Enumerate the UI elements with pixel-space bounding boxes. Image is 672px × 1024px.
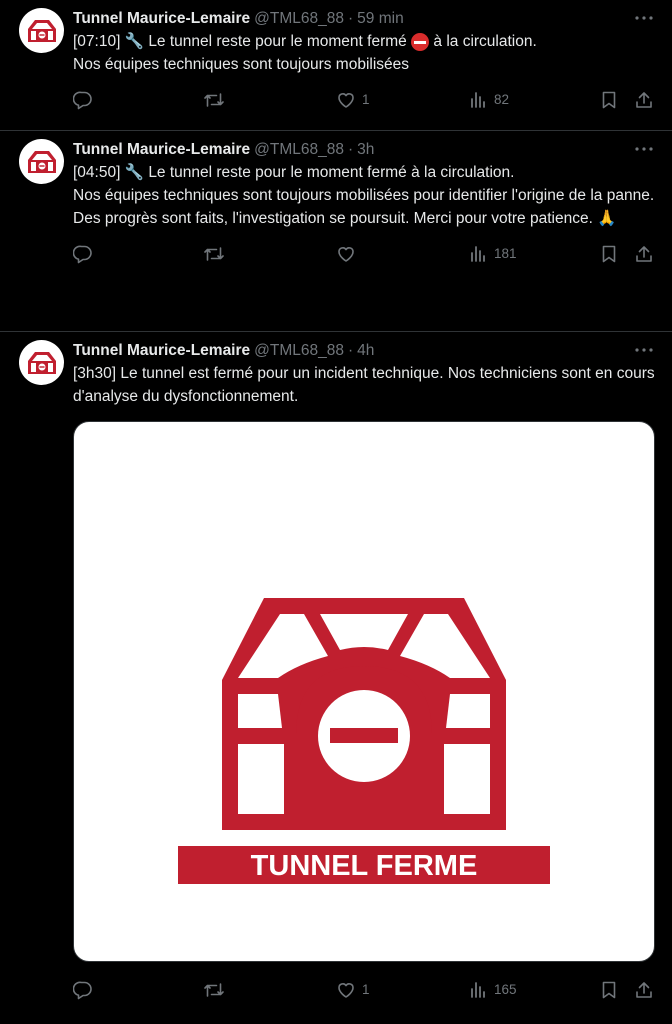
- reply-icon: [73, 981, 92, 1000]
- tweet-content: Tunnel Maurice-Lemaire @TML68_88 · 59 mi…: [73, 8, 672, 130]
- tweet-text: [04:50] 🔧 Le tunnel reste pour le moment…: [73, 164, 655, 227]
- tweet-image[interactable]: TUNNEL FERME: [73, 421, 655, 962]
- more-icon: [635, 348, 653, 352]
- image-caption: TUNNEL FERME: [251, 850, 478, 882]
- share-icon: [636, 246, 652, 262]
- like-icon: [338, 983, 354, 998]
- views-icon: [471, 92, 485, 108]
- separator: ·: [348, 141, 354, 158]
- tweet-header: Tunnel Maurice-Lemaire @TML68_88 · 59 mi…: [73, 8, 656, 30]
- tweet-content: Tunnel Maurice-Lemaire @TML68_88 · 3h [0…: [73, 139, 672, 331]
- share-button[interactable]: [634, 980, 654, 1000]
- avatar-column: [0, 340, 73, 1024]
- avatar-column: [0, 139, 73, 331]
- tweet-text-part: [07:10] 🔧 Le tunnel reste pour le moment…: [73, 33, 412, 50]
- reply-button[interactable]: [73, 980, 99, 1000]
- tweet-text: [07:10] 🔧 Le tunnel reste pour le moment…: [73, 30, 656, 76]
- retweet-button[interactable]: [203, 90, 231, 110]
- like-icon: [338, 93, 354, 108]
- share-icon: [636, 92, 652, 108]
- views-count: 82: [494, 92, 510, 107]
- more-icon: [635, 147, 653, 151]
- share-icon: [636, 982, 652, 998]
- tweet-actions: 1 165: [73, 980, 656, 1000]
- bookmark-button[interactable]: [600, 244, 618, 264]
- share-button[interactable]: [634, 90, 654, 110]
- views-icon: [471, 982, 485, 998]
- more-button[interactable]: [634, 10, 654, 26]
- tweet[interactable]: Tunnel Maurice-Lemaire @TML68_88 · 59 mi…: [0, 0, 672, 131]
- no-entry-emoji: ⛔: [411, 33, 430, 51]
- views-count: 181: [494, 246, 517, 261]
- tunnel-closed-logo: TUNNEL FERME: [178, 598, 550, 884]
- more-icon: [635, 16, 653, 20]
- tweet-content: Tunnel Maurice-Lemaire @TML68_88 · 4h [3…: [73, 340, 672, 1024]
- reply-button[interactable]: [73, 90, 99, 110]
- like-button[interactable]: 1: [336, 90, 370, 110]
- views-button[interactable]: 181: [470, 244, 517, 264]
- bookmark-icon: [602, 91, 616, 109]
- timestamp[interactable]: 59 min: [357, 8, 404, 30]
- retweet-icon: [204, 983, 224, 997]
- share-button[interactable]: [634, 244, 654, 264]
- avatar-column: [0, 8, 73, 130]
- reply-button[interactable]: [73, 244, 99, 264]
- bookmark-icon: [602, 245, 616, 263]
- bookmark-button[interactable]: [600, 980, 618, 1000]
- like-icon: [338, 247, 354, 262]
- tunnel-logo-icon: [27, 351, 56, 374]
- avatar[interactable]: [19, 8, 64, 53]
- tweet-header: Tunnel Maurice-Lemaire @TML68_88 · 3h: [73, 139, 656, 161]
- like-count: 1: [362, 92, 370, 107]
- author-name[interactable]: Tunnel Maurice-Lemaire: [73, 139, 250, 161]
- retweet-icon: [204, 247, 224, 261]
- author-handle[interactable]: @TML68_88: [254, 8, 344, 30]
- tweet[interactable]: Tunnel Maurice-Lemaire @TML68_88 · 4h [3…: [0, 332, 672, 1024]
- retweet-button[interactable]: [203, 244, 231, 264]
- like-button[interactable]: 1: [336, 980, 370, 1000]
- timeline-feed: Tunnel Maurice-Lemaire @TML68_88 · 59 mi…: [0, 0, 672, 1024]
- tweet[interactable]: Tunnel Maurice-Lemaire @TML68_88 · 3h [0…: [0, 131, 672, 332]
- views-count: 165: [494, 982, 517, 997]
- reply-icon: [73, 245, 92, 264]
- views-button[interactable]: 82: [470, 90, 509, 110]
- author-handle[interactable]: @TML68_88: [254, 139, 344, 161]
- author-handle[interactable]: @TML68_88: [254, 340, 344, 362]
- author-name[interactable]: Tunnel Maurice-Lemaire: [73, 8, 250, 30]
- avatar[interactable]: [19, 340, 64, 385]
- tweet-text: [3h30] Le tunnel est fermé pour un incid…: [73, 365, 659, 405]
- tweet-actions: 1 82: [73, 90, 656, 110]
- tweet-actions: 181: [73, 244, 656, 264]
- timestamp[interactable]: 3h: [357, 139, 374, 161]
- views-button[interactable]: 165: [470, 980, 517, 1000]
- like-count: 1: [362, 982, 370, 997]
- more-button[interactable]: [634, 342, 654, 358]
- separator: ·: [348, 10, 354, 27]
- avatar[interactable]: [19, 139, 64, 184]
- like-button[interactable]: [336, 244, 362, 264]
- author-name[interactable]: Tunnel Maurice-Lemaire: [73, 340, 250, 362]
- separator: ·: [348, 342, 354, 359]
- tunnel-logo-icon: [27, 150, 56, 173]
- retweet-icon: [204, 93, 224, 107]
- tunnel-logo-icon: [27, 19, 56, 42]
- bookmark-button[interactable]: [600, 90, 618, 110]
- reply-icon: [73, 91, 92, 110]
- tweet-header: Tunnel Maurice-Lemaire @TML68_88 · 4h: [73, 340, 656, 362]
- timestamp[interactable]: 4h: [357, 340, 374, 362]
- more-button[interactable]: [634, 141, 654, 157]
- retweet-button[interactable]: [203, 980, 231, 1000]
- bookmark-icon: [602, 981, 616, 999]
- views-icon: [471, 246, 485, 262]
